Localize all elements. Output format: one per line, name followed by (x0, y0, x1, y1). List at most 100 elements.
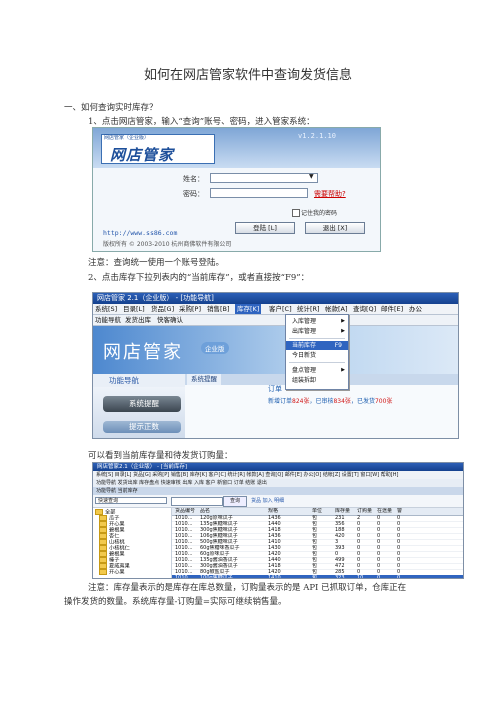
menu-accounts[interactable]: 帐款[A] (325, 304, 348, 314)
tab-bar[interactable]: 功能导航 当前库存 (93, 487, 463, 495)
query-button[interactable]: 查询 (223, 496, 247, 507)
step-2: 2、点击库存下拉列表内的“当前库存”，或者直接按“F9”： (88, 273, 310, 283)
order-shipped-count: 700张 (374, 398, 393, 405)
step-1: 1、点击网店管家，输入“查询”账号、密码，进入管家系统： (88, 117, 315, 127)
order-new-count: 824张 (292, 398, 310, 405)
tab-system-reminder[interactable]: 系统提醒 (187, 374, 221, 385)
tree-node[interactable]: 开心果 (99, 569, 125, 576)
menu-bar: 系统[S] 目录[L] 货品[G] 采购[P] 销售[B] 库存[K] 客户[C… (93, 304, 458, 315)
password-field[interactable] (210, 188, 308, 198)
menu-goods[interactable]: 货品[G] (151, 304, 174, 314)
tabs-text[interactable]: 功能导航 当前库存 (93, 488, 138, 494)
menu-stock[interactable]: 库存[K] (235, 304, 262, 314)
chevron-down-icon[interactable]: ▼ (309, 173, 314, 180)
column-header[interactable]: 订购量 (357, 508, 372, 514)
menu-item-label: 入库管理 (292, 318, 317, 325)
column-header[interactable]: 库存量 (335, 508, 350, 514)
menu-query[interactable]: 查询[Q] (353, 304, 376, 314)
website-url: http://www.ss86.com (103, 229, 178, 237)
stock-table: 货品编号 品名 规格 单位 库存量 订购量 在途量警 1010... 120g原味瓜子 1436… (172, 508, 463, 578)
step-3: 可以看到当前库存量和待发货订购量： (88, 451, 233, 461)
menu-system[interactable]: 系统[S] (95, 304, 117, 314)
help-link[interactable]: 需要帮助? (314, 189, 346, 199)
category-tree: 全部 瓜子 开心果 碧根果 杏仁 山核桃 小核桃仁 碧根果 榛子 夏威夷果 开心… (93, 508, 172, 578)
system-reminder-button[interactable]: 系统提醒 (103, 396, 181, 412)
window-title: 网店管家 2.1（企业版） - [功能导航] (93, 293, 458, 304)
menu-bar[interactable]: 系统[S] 目录[L] 货品[G] 采购[P] 销售[B] 库存[K] 客户[C… (93, 471, 463, 479)
menu-sales[interactable]: 销售[B] (207, 304, 230, 314)
menu-customer[interactable]: 客户[C] (269, 304, 292, 314)
menu-item-inbound[interactable]: 入库管理 ▶ (286, 317, 348, 326)
inventory-screenshot: 网店管家2.1（企业版） - [当前库存] 系统[S] 目录[L] 货品[G] … (92, 462, 464, 579)
logo-subtitle: 网店管家（企业版） (104, 135, 150, 141)
toolbar-text[interactable]: 功能导航 发货出库 库存盘点 快速审核 出库 入库 客户 新窗口 订单 结账 退… (93, 480, 267, 486)
login-header: 网店管家（企业版） 网店管家 v1.2.1.10 (93, 128, 380, 168)
search-links[interactable]: 货品 加入 明细 (251, 497, 284, 504)
folder-icon (99, 569, 107, 575)
menu-item-today-new[interactable]: 今日新货 (286, 351, 348, 360)
table-row[interactable]: 1010... 100g焦糖瓜子 1410 包 323 10 0 0 (172, 575, 463, 579)
menu-item-label: 盘点管理 (292, 367, 317, 374)
login-screenshot: 网店管家（企业版） 网店管家 v1.2.1.10 姓名： ▼ 密码： 需要帮助?… (92, 127, 381, 252)
column-header[interactable]: 在途量 (377, 508, 392, 514)
menu-catalog[interactable]: 目录[L] (123, 304, 145, 314)
exit-button[interactable]: 退出 [X] (305, 222, 365, 234)
remember-label: 记住我的密码 (301, 210, 338, 217)
remember-checkbox[interactable] (292, 209, 300, 217)
brand-title: 网店管家 (103, 342, 183, 363)
menu-statistics[interactable]: 统计[R] (297, 304, 320, 314)
table-cell: 100g焦糖瓜子 (200, 575, 233, 579)
menu-item-stocktake[interactable]: 盘点管理 ▶ (286, 366, 348, 375)
order-summary: 新增订单824张，已审核834张，已发货700张 (268, 396, 392, 405)
copyright-text: 版权所有 © 2003-2010 杭州商佛软件有限公司 (103, 241, 232, 248)
order-audited-count: 834张 (333, 398, 351, 405)
tool-quick-confirm[interactable]: 快客确认 (157, 315, 183, 325)
document-title: 如何在网店管家软件中查询发货信息 (143, 68, 352, 83)
note-1: 注意：查询统一使用一个账号登陆。 (88, 258, 225, 268)
side-header: 功能导航 (93, 374, 185, 387)
secondary-side-button[interactable]: 提示正数 (103, 421, 181, 433)
table-cell: 包 (312, 575, 318, 579)
search-bar: 快速查询 查询 货品 加入 明细 (93, 495, 463, 508)
menu-item-label: 当前库存 (292, 342, 317, 349)
order-audited-label: ，已审核 (309, 398, 334, 405)
menu-item-outbound[interactable]: 出库管理 ▶ (286, 327, 348, 336)
table-cell: 0 (397, 575, 401, 579)
column-header[interactable]: 规格 (268, 508, 278, 514)
column-header[interactable]: 单位 (312, 508, 322, 514)
menu-item-label: 今日新货 (292, 352, 317, 359)
chevron-right-icon: ▶ (341, 328, 345, 334)
menu-item-current-stock[interactable]: 当前库存 F9 (286, 341, 348, 350)
toolbar[interactable]: 功能导航 发货出库 库存盘点 快速审核 出库 入库 客户 新窗口 订单 结账 退… (93, 479, 463, 487)
table-cell: 1410 (268, 575, 281, 579)
query-type-select[interactable]: 快速查询 (95, 497, 167, 504)
menu-mail[interactable]: 邮件[E] (381, 304, 403, 314)
section-heading: 一、如何查询实时库存？ (64, 103, 158, 113)
menu-purchase[interactable]: 采购[P] (179, 304, 201, 314)
logo: 网店管家（企业版） 网店管家 (101, 134, 215, 164)
name-field[interactable] (210, 173, 318, 183)
navigation-screenshot: 网店管家 2.1（企业版） - [功能导航] 系统[S] 目录[L] 货品[G]… (92, 292, 459, 439)
search-input[interactable] (171, 497, 223, 506)
window-title: 网店管家2.1（企业版） - [当前库存] (93, 463, 463, 471)
column-header[interactable]: 品名 (200, 508, 210, 514)
table-cell: 323 (335, 575, 345, 579)
menu-text[interactable]: 系统[S] 目录[L] 货品[G] 采购[P] 销售[B] 库存[K] 客户[C… (93, 472, 398, 478)
table-cell: 0 (377, 575, 381, 579)
column-header[interactable]: 警 (397, 508, 402, 514)
shortcut-key: F9 (334, 342, 342, 349)
password-label: 密码： (183, 190, 204, 198)
order-label: 订单 (268, 385, 282, 393)
order-new-label: 新增订单 (268, 398, 293, 405)
tool-function-nav[interactable]: 功能导航 (95, 315, 121, 325)
menu-office[interactable]: 办公 (409, 304, 422, 314)
note-2-line-1: 注意：库存量表示的是库存在库总数量，订购量表示的是 API 已抓取订单，仓库正在 (88, 583, 407, 593)
note-2-line-2: 操作发货的数量。系统库存量-订购量=实际可继续销售量。 (64, 597, 287, 607)
tool-ship-out[interactable]: 发货出库 (125, 315, 151, 325)
login-button[interactable]: 登陆 [L] (235, 222, 295, 234)
chevron-right-icon: ▶ (341, 318, 345, 324)
menu-separator (289, 338, 345, 339)
name-label: 姓名： (183, 175, 204, 183)
menu-item-assembly[interactable]: 组装拆卸 (286, 376, 348, 385)
column-header[interactable]: 货品编号 (175, 508, 195, 514)
